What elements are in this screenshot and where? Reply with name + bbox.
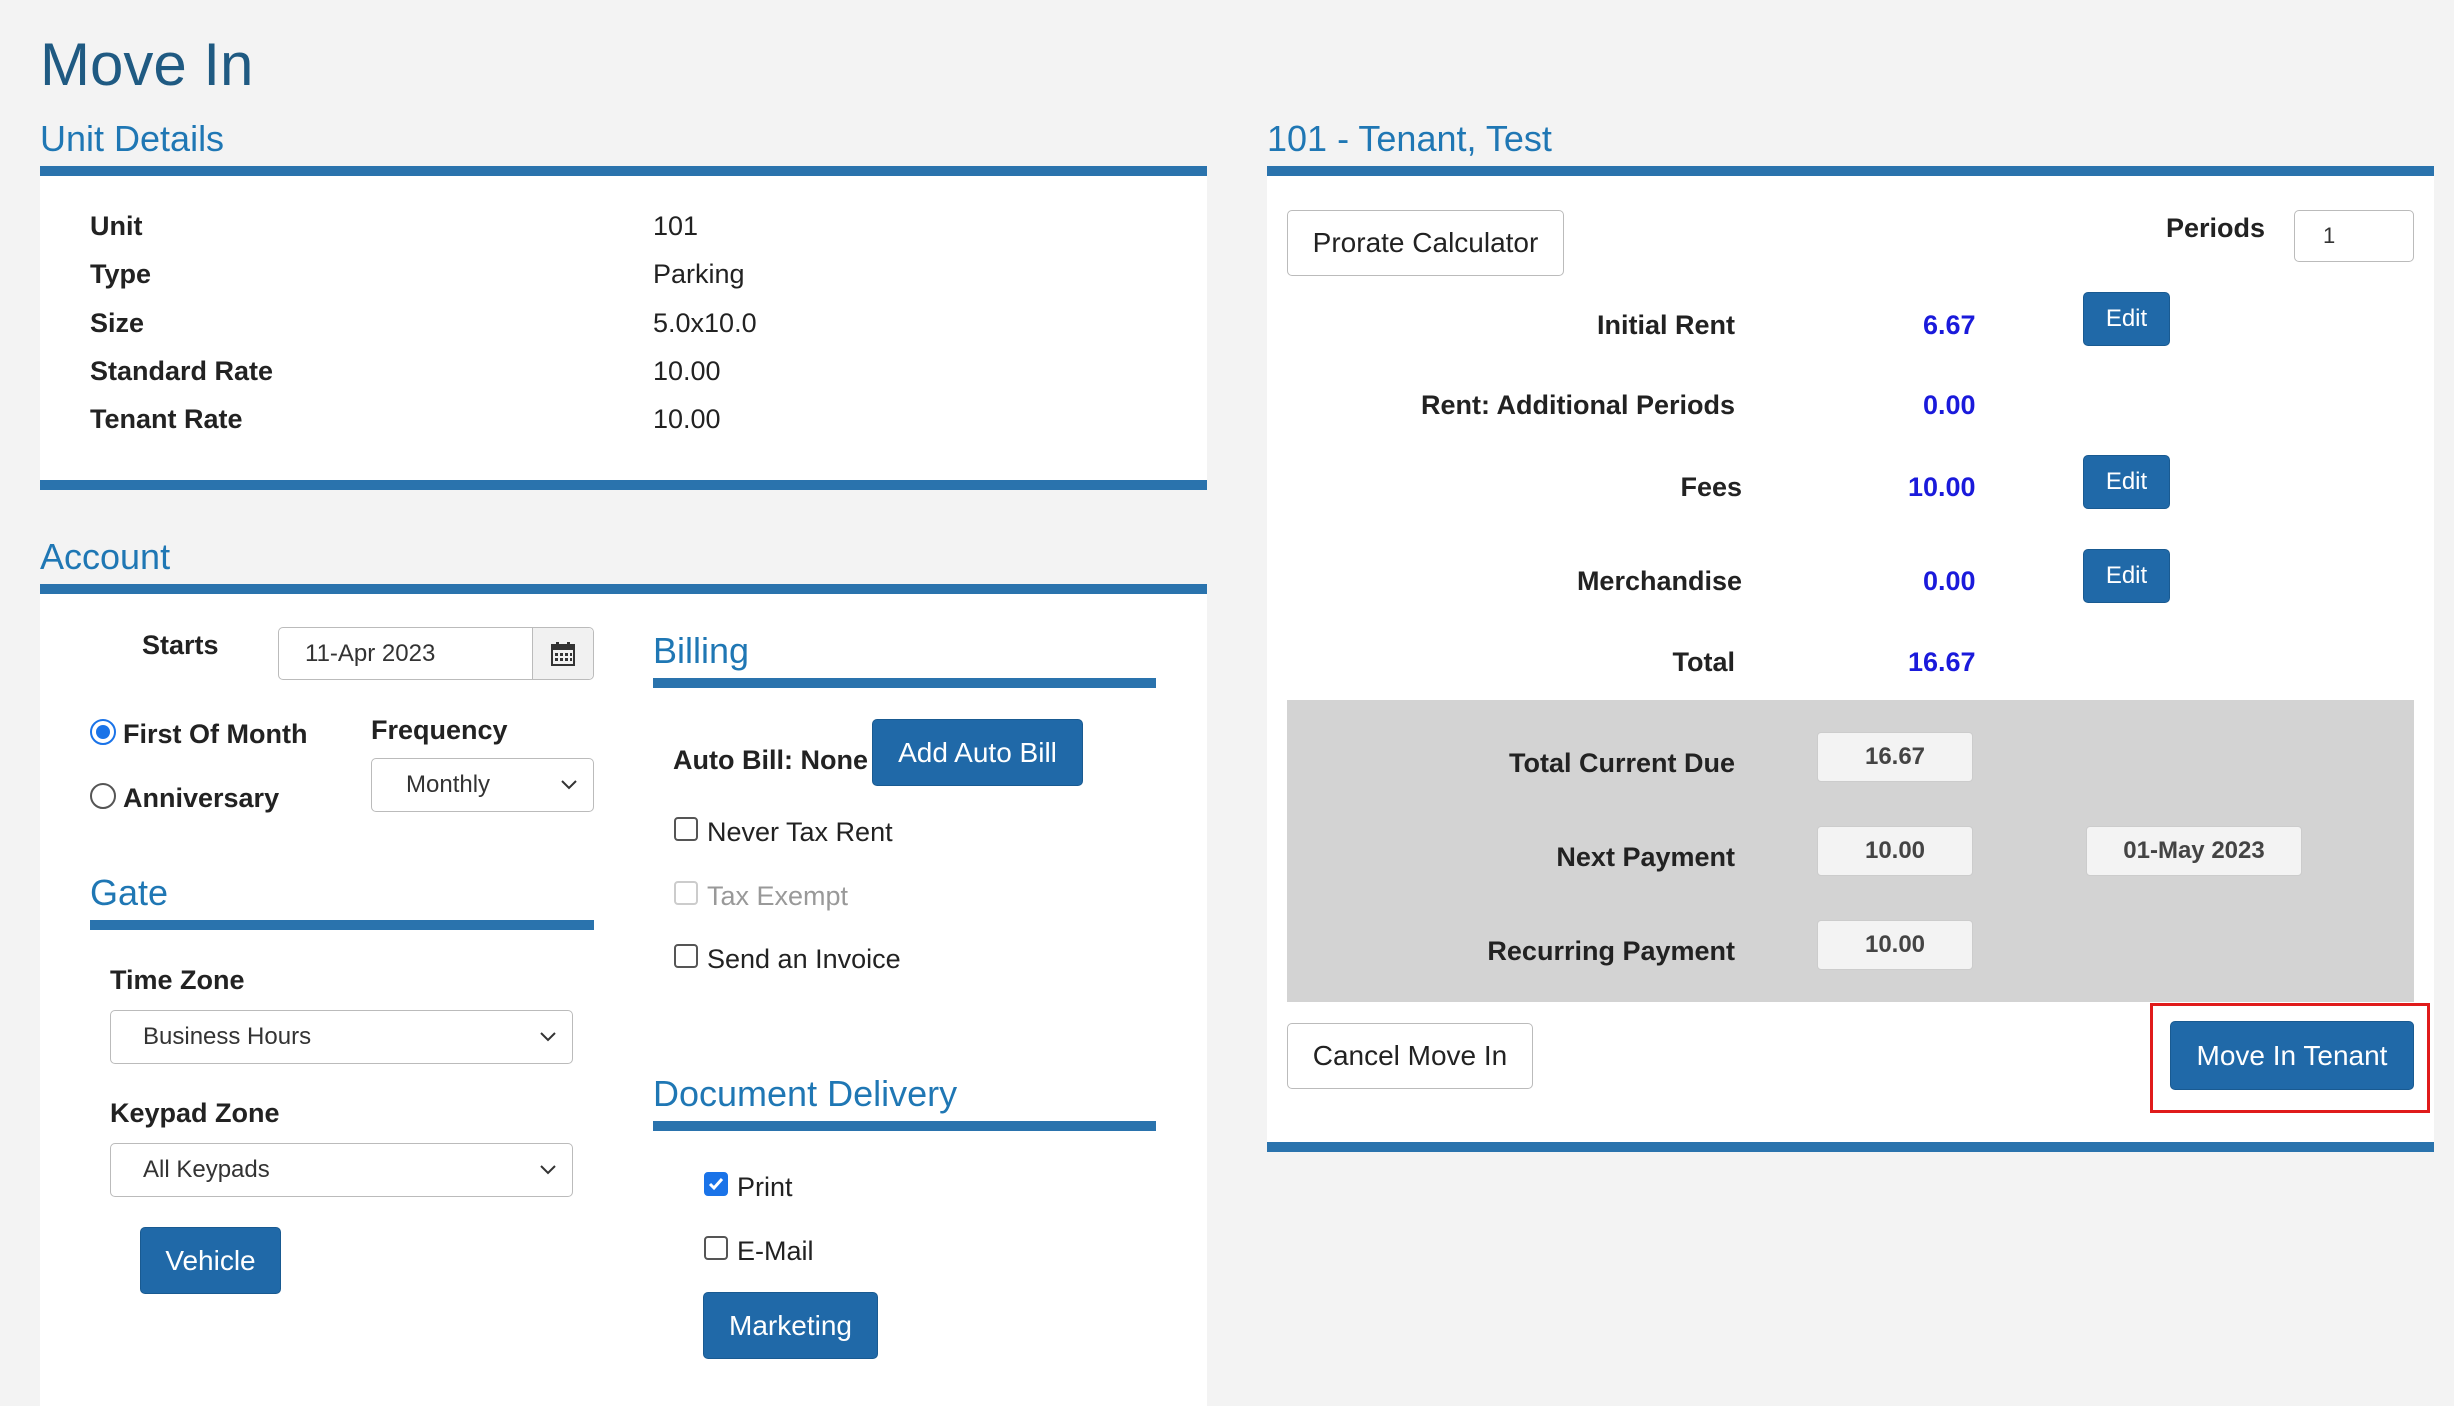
periods-label: Periods [2166,213,2266,243]
first-of-month-radio[interactable] [90,719,116,745]
type-value: Parking [653,259,745,289]
edit-initial-rent-button[interactable]: Edit [2083,292,2170,346]
size-value: 5.0x10.0 [653,308,757,338]
next-payment-date-field: 01-May 2023 [2086,826,2302,876]
next-payment-label: Next Payment [1556,842,1735,872]
initial-rent-label: Initial Rent [1596,310,1735,340]
recurring-payment-field: 10.00 [1817,920,1973,970]
total-value: 16.67 [1908,647,1976,677]
keypad-zone-select[interactable]: All Keypads [110,1143,573,1197]
edit-fees-button[interactable]: Edit [2083,455,2170,509]
periods-value: 1 [2323,223,2336,248]
unit-details-bottom-bar [40,480,1207,490]
tenant-rate-label: Tenant Rate [90,404,243,434]
starts-date-value: 11-Apr 2023 [305,639,436,667]
type-label: Type [90,259,152,289]
send-invoice-label: Send an Invoice [707,944,901,974]
recurring-payment-label: Recurring Payment [1487,936,1735,966]
standard-rate-label: Standard Rate [90,356,274,386]
total-current-due-label: Total Current Due [1508,748,1735,778]
unit-details-title: Unit Details [40,118,225,159]
document-delivery-title: Document Delivery [653,1073,958,1114]
email-checkbox[interactable] [704,1236,728,1260]
tenant-title: 101 - Tenant, Test [1267,118,1552,159]
print-label: Print [737,1172,793,1202]
standard-rate-value: 10.00 [653,356,721,386]
total-current-due-field: 16.67 [1817,732,1973,782]
fees-label: Fees [1680,472,1742,502]
tax-exempt-label: Tax Exempt [707,881,849,911]
never-tax-rent-label: Never Tax Rent [707,817,893,847]
additional-periods-value: 0.00 [1923,390,1976,420]
email-label: E-Mail [737,1236,814,1266]
merchandise-value: 0.00 [1923,566,1976,596]
cancel-move-in-button[interactable]: Cancel Move In [1287,1023,1533,1089]
keypad-zone-value: All Keypads [143,1156,270,1183]
document-delivery-bar [653,1121,1156,1131]
prorate-calculator-button[interactable]: Prorate Calculator [1287,210,1564,276]
anniversary-radio[interactable] [90,783,116,809]
page-title: Move In [40,31,254,98]
starts-date-input[interactable]: 11-Apr 2023 [278,627,594,680]
calendar-icon[interactable] [532,628,593,679]
total-label: Total [1672,647,1736,677]
keypad-zone-label: Keypad Zone [110,1098,280,1128]
initial-rent-value: 6.67 [1923,310,1976,340]
edit-merchandise-button[interactable]: Edit [2083,549,2170,603]
next-payment-field: 10.00 [1817,826,1973,876]
billing-bar [653,678,1156,688]
print-checkbox[interactable] [704,1172,728,1196]
frequency-select[interactable]: Monthly [371,758,594,812]
vehicle-button[interactable]: Vehicle [140,1227,281,1294]
chevron-down-icon [540,1032,556,1042]
periods-input[interactable]: 1 [2294,210,2414,262]
chevron-down-icon [540,1165,556,1175]
send-invoice-checkbox[interactable] [674,944,698,968]
add-auto-bill-button[interactable]: Add Auto Bill [872,719,1083,786]
unit-value: 101 [653,211,699,241]
unit-details-top-bar [40,166,1207,176]
first-of-month-label: First Of Month [123,719,308,749]
unit-details-panel: Unit 101 Type Parking Size 5.0x10.0 Stan… [40,176,1207,480]
time-zone-select[interactable]: Business Hours [110,1010,573,1064]
auto-bill-label: Auto Bill: None [673,745,868,775]
time-zone-label: Time Zone [110,965,245,995]
tenant-bottom-bar [1267,1142,2434,1152]
starts-label: Starts [142,630,219,660]
gate-title: Gate [90,872,169,913]
merchandise-label: Merchandise [1576,566,1742,596]
chevron-down-icon [561,780,577,790]
marketing-button[interactable]: Marketing [703,1292,878,1359]
fees-value: 10.00 [1908,472,1976,502]
size-label: Size [90,308,145,338]
frequency-label: Frequency [371,715,508,745]
account-title: Account [40,536,171,577]
tenant-top-bar [1267,166,2434,176]
additional-periods-label: Rent: Additional Periods [1420,390,1735,420]
account-top-bar [40,584,1207,594]
billing-title: Billing [653,630,750,671]
never-tax-rent-checkbox[interactable] [674,817,698,841]
anniversary-label: Anniversary [123,783,280,813]
unit-label: Unit [90,211,143,241]
frequency-value: Monthly [406,771,491,798]
tenant-rate-value: 10.00 [653,404,721,434]
gate-bar [90,920,594,930]
checkmark-icon [708,1178,724,1191]
time-zone-value: Business Hours [143,1023,312,1050]
tax-exempt-checkbox[interactable] [674,881,698,905]
move-in-tenant-button[interactable]: Move In Tenant [2170,1021,2414,1090]
